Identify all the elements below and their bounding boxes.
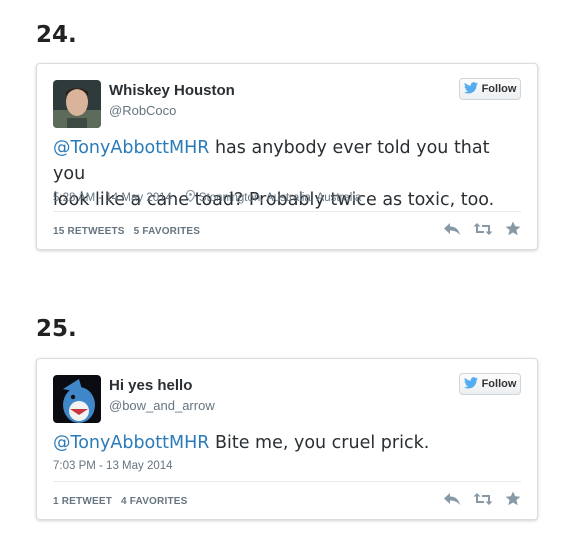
tweet-text-line1: Bite me, you cruel prick. xyxy=(209,433,430,453)
display-name[interactable]: Whiskey Houston xyxy=(109,82,235,99)
timestamp[interactable]: 5:28 AM - 14 May 2014 xyxy=(53,192,172,204)
mention-link[interactable]: @TonyAbbottMHR xyxy=(53,433,209,453)
tweet-stats: 15 RETWEETS 5 FAVORITES xyxy=(53,226,206,237)
tweet-meta: 7:03 PM - 13 May 2014 xyxy=(53,460,173,472)
tweet-meta: 5:28 AM - 14 May 2014 Stonnington, Austr… xyxy=(53,189,361,205)
favorite-star-icon[interactable] xyxy=(505,221,521,236)
divider xyxy=(53,481,521,482)
follow-label: Follow xyxy=(481,378,517,390)
follow-label: Follow xyxy=(481,83,517,95)
user-handle[interactable]: @RobCoco xyxy=(109,103,176,118)
tweet-stats: 1 RETWEET 4 FAVORITES xyxy=(53,496,194,507)
avatar[interactable] xyxy=(53,80,101,128)
mention-link[interactable]: @TonyAbbottMHR xyxy=(53,138,209,158)
location-pin-icon xyxy=(185,189,195,205)
retweet-count[interactable]: 15 RETWEETS xyxy=(53,226,125,237)
favorite-count[interactable]: 4 FAVORITES xyxy=(121,496,187,507)
user-handle[interactable]: @bow_and_arrow xyxy=(109,398,215,413)
tweet-actions xyxy=(443,491,521,506)
tweet-text: @TonyAbbottMHR Bite me, you cruel prick. xyxy=(53,430,521,456)
item-number: 24. xyxy=(36,22,77,48)
retweet-icon[interactable] xyxy=(473,222,493,236)
avatar[interactable] xyxy=(53,375,101,423)
tweet-card: Whiskey Houston @RobCoco Follow @TonyAbb… xyxy=(36,63,538,250)
twitter-bird-icon xyxy=(463,376,478,392)
retweet-icon[interactable] xyxy=(473,492,493,506)
reply-icon[interactable] xyxy=(443,492,461,506)
location[interactable]: Stonnington, Australia, Australia xyxy=(199,192,361,204)
favorite-count[interactable]: 5 FAVORITES xyxy=(134,226,200,237)
tweet-card: Hi yes hello @bow_and_arrow Follow @Tony… xyxy=(36,358,538,520)
timestamp[interactable]: 7:03 PM - 13 May 2014 xyxy=(53,460,173,472)
follow-button[interactable]: Follow xyxy=(459,373,521,395)
divider xyxy=(53,211,521,212)
reply-icon[interactable] xyxy=(443,222,461,236)
favorite-star-icon[interactable] xyxy=(505,491,521,506)
retweet-count[interactable]: 1 RETWEET xyxy=(53,496,112,507)
follow-button[interactable]: Follow xyxy=(459,78,521,100)
display-name[interactable]: Hi yes hello xyxy=(109,377,192,394)
twitter-bird-icon xyxy=(463,81,478,97)
item-number: 25. xyxy=(36,316,77,342)
tweet-actions xyxy=(443,221,521,236)
